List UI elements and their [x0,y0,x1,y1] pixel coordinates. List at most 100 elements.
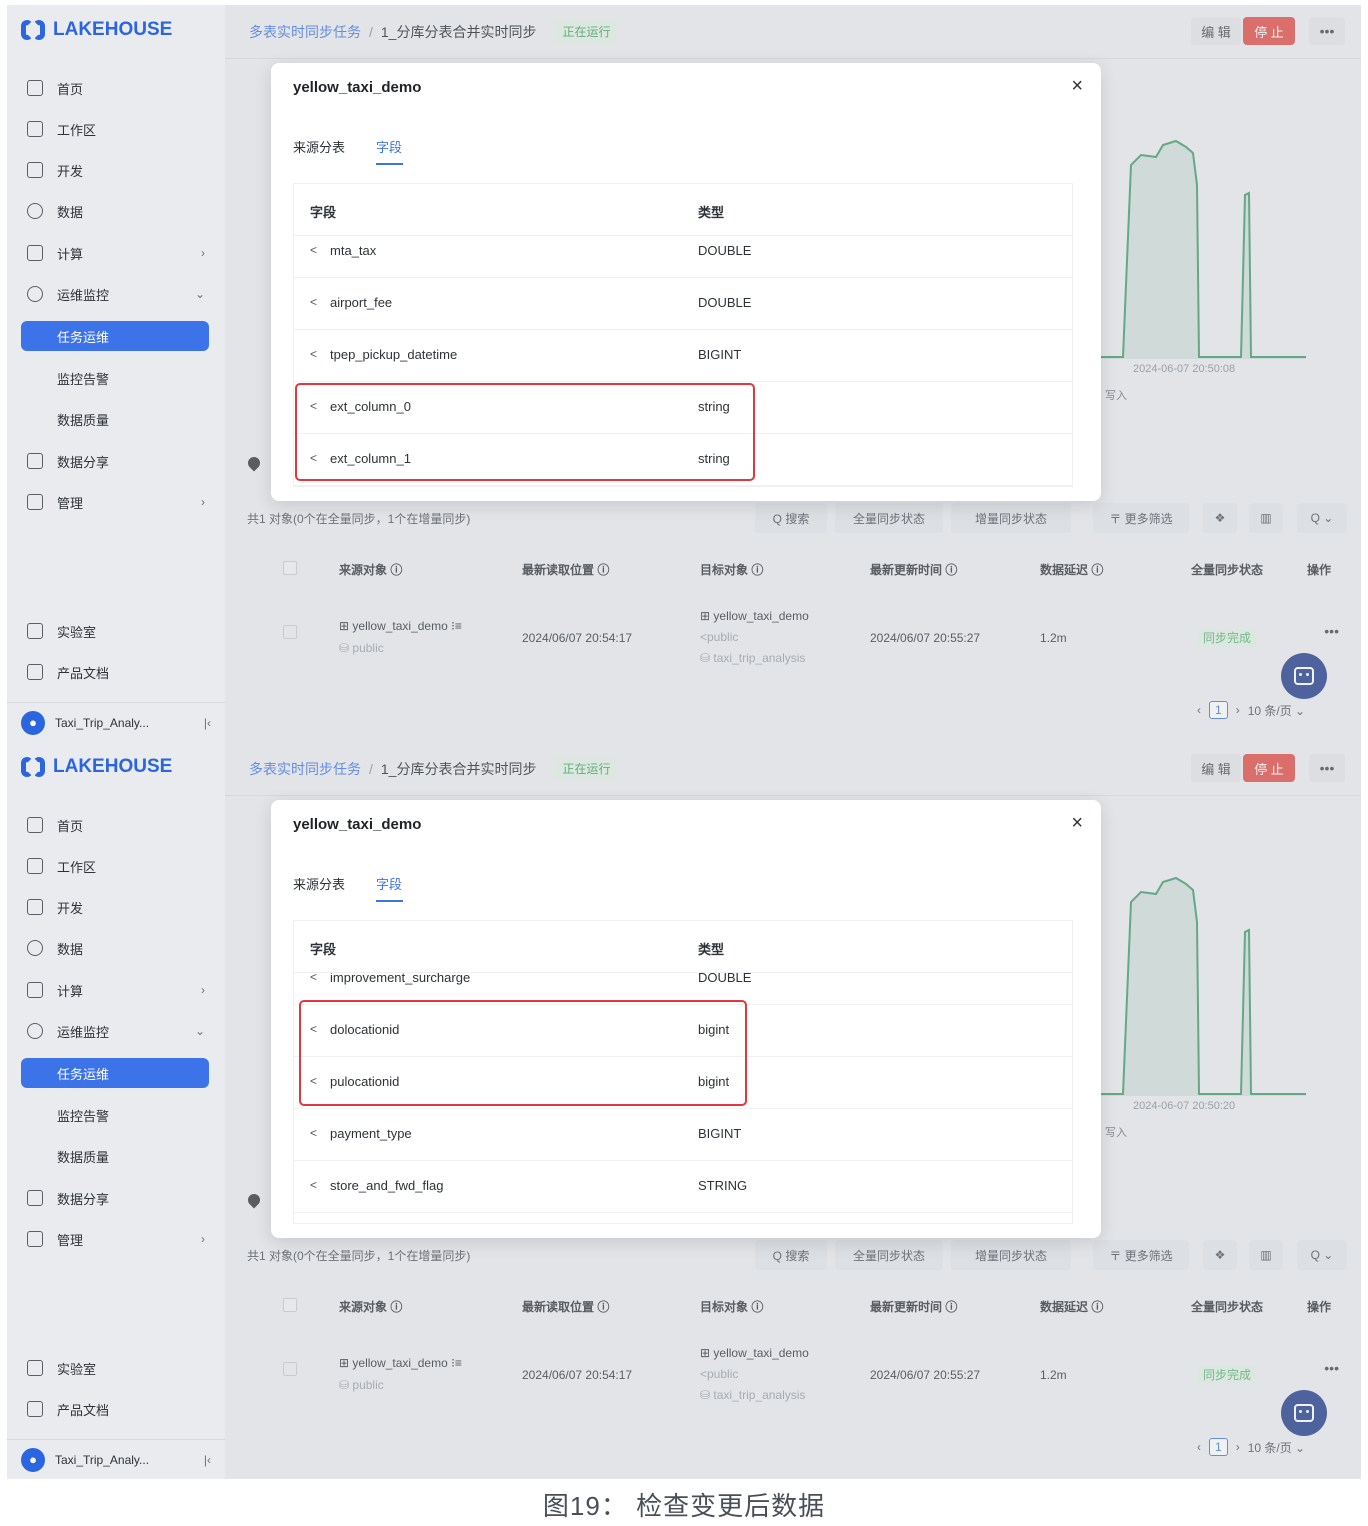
nav-label: 计算 [57,246,84,262]
nav-develop[interactable]: 开发 [21,892,209,922]
workspace-switcher[interactable]: ● Taxi_Trip_Analy... |‹ [7,702,225,742]
chevron-right-icon: › [201,983,205,997]
field-type: DOUBLE [698,243,752,258]
nav-task-ops[interactable]: 任务运维 [21,1058,209,1088]
nav-data-quality[interactable]: 数据质量 [21,404,209,434]
flask-icon [27,623,43,639]
sidebar: LAKEHOUSE 首页 工作区 开发 数据 计算 › 运维监控 ⌄ 任务运维 监控… [7,742,225,1479]
workspace-switcher[interactable]: ● Taxi_Trip_Analy... |‹ [7,1439,225,1479]
fields-modal: yellow_taxi_demo × 来源分表 字段 字段 类型 < mta_ta… [271,63,1101,501]
server-icon [27,1231,43,1247]
share-icon [27,453,43,469]
chevron-right-icon: › [201,1232,205,1246]
nav-task-ops[interactable]: 任务运维 [21,321,209,351]
nav-docs[interactable]: 产品文档 [21,1394,209,1424]
chevron-right-icon: › [201,495,205,509]
cube-icon [27,121,43,137]
nav-label: 管理 [57,1232,84,1248]
nav-label: 数据 [57,941,84,957]
nav-ops-monitor[interactable]: 运维监控 ⌄ [21,1016,209,1046]
nav-compute[interactable]: 计算 › [21,238,209,268]
field-name: store_and_fwd_flag [330,1178,444,1193]
logo-text: LAKEHOUSE [53,756,173,777]
col-field: 字段 [310,205,337,220]
field-name: tpep_pickup_datetime [330,347,458,362]
flask-icon [27,1360,43,1376]
screenshot-panel-1: LAKEHOUSE 首页 工作区 开发 数据 计算 › 运维监控 ⌄ 任务运维 监控… [7,5,1361,742]
nav-data-share[interactable]: 数据分享 [21,446,209,476]
logo[interactable]: LAKEHOUSE [21,19,172,41]
book-icon [27,1401,43,1417]
link-icon: < [310,1178,318,1192]
tab-fields[interactable]: 字段 [376,874,402,893]
compute-icon [27,982,43,998]
col-type: 类型 [698,205,725,220]
col-field: 字段 [310,942,337,957]
tab-active-indicator [376,163,403,165]
monitor-icon [27,1023,43,1039]
field-name: payment_type [330,1126,412,1141]
logo-text: LAKEHOUSE [53,19,173,40]
nav-workspace[interactable]: 工作区 [21,114,209,144]
fields-modal: yellow_taxi_demo × 来源分表 字段 字段 类型 < improv… [271,800,1101,1238]
nav-lab[interactable]: 实验室 [21,616,209,646]
tab-source-tables[interactable]: 来源分表 [293,874,345,893]
home-icon [27,817,43,833]
figure-caption: 图19： 检查变更后数据 [542,1491,826,1521]
nav-manage[interactable]: 管理 › [21,487,209,517]
nav-label: 数据分享 [57,1191,110,1207]
nav-compute[interactable]: 计算 › [21,975,209,1005]
tab-active-indicator [376,900,403,902]
collapse-sidebar-icon[interactable]: |‹ [204,1453,211,1467]
workspace-name: Taxi_Trip_Analy... [55,715,150,730]
nav-manage[interactable]: 管理 › [21,1224,209,1254]
nav-monitor-alert[interactable]: 监控告警 [21,363,209,393]
nav-ops-monitor[interactable]: 运维监控 ⌄ [21,279,209,309]
nav-home[interactable]: 首页 [21,73,209,103]
field-row: < tpep_pickup_datetime BIGINT [294,330,1072,382]
nav-label: 数据分享 [57,454,110,470]
cube-icon [27,858,43,874]
field-row: < payment_type BIGINT [294,1109,1072,1161]
nav-develop[interactable]: 开发 [21,155,209,185]
nav-label: 实验室 [57,624,97,640]
workspace-name: Taxi_Trip_Analy... [55,1452,150,1467]
close-icon[interactable]: × [1071,75,1083,98]
modal-title: yellow_taxi_demo [293,816,422,833]
compute-icon [27,245,43,261]
database-icon [27,203,43,219]
chevron-right-icon: › [201,246,205,260]
field-row: < airport_fee DOUBLE [294,278,1072,330]
nav-label: 管理 [57,495,84,511]
nav-home[interactable]: 首页 [21,810,209,840]
nav-data[interactable]: 数据 [21,933,209,963]
nav-label: 首页 [57,818,84,834]
nav-label: 实验室 [57,1361,97,1377]
nav-label: 产品文档 [57,665,110,681]
nav-lab[interactable]: 实验室 [21,1353,209,1383]
nav-data-share[interactable]: 数据分享 [21,1183,209,1213]
database-icon [27,940,43,956]
tab-fields[interactable]: 字段 [376,137,402,156]
nav-label: 运维监控 [57,287,110,303]
nav-data[interactable]: 数据 [21,196,209,226]
logo[interactable]: LAKEHOUSE [21,756,172,778]
link-icon: < [310,347,318,361]
nav-workspace[interactable]: 工作区 [21,851,209,881]
field-type: BIGINT [698,347,742,362]
close-icon[interactable]: × [1071,812,1083,835]
nav-data-quality[interactable]: 数据质量 [21,1141,209,1171]
screenshot-panel-2: LAKEHOUSE 首页 工作区 开发 数据 计算 › 运维监控 ⌄ 任务运维 监控… [7,742,1361,1479]
collapse-sidebar-icon[interactable]: |‹ [204,716,211,730]
field-name: mta_tax [330,243,377,258]
field-row: < store_and_fwd_flag STRING [294,1161,1072,1213]
highlight-box [299,1000,747,1106]
monitor-icon [27,286,43,302]
nav-docs[interactable]: 产品文档 [21,657,209,687]
home-icon [27,80,43,96]
nav-label: 计算 [57,983,84,999]
field-name: airport_fee [330,295,393,310]
tab-source-tables[interactable]: 来源分表 [293,137,345,156]
nav-monitor-alert[interactable]: 监控告警 [21,1100,209,1130]
logo-icon [21,757,47,777]
